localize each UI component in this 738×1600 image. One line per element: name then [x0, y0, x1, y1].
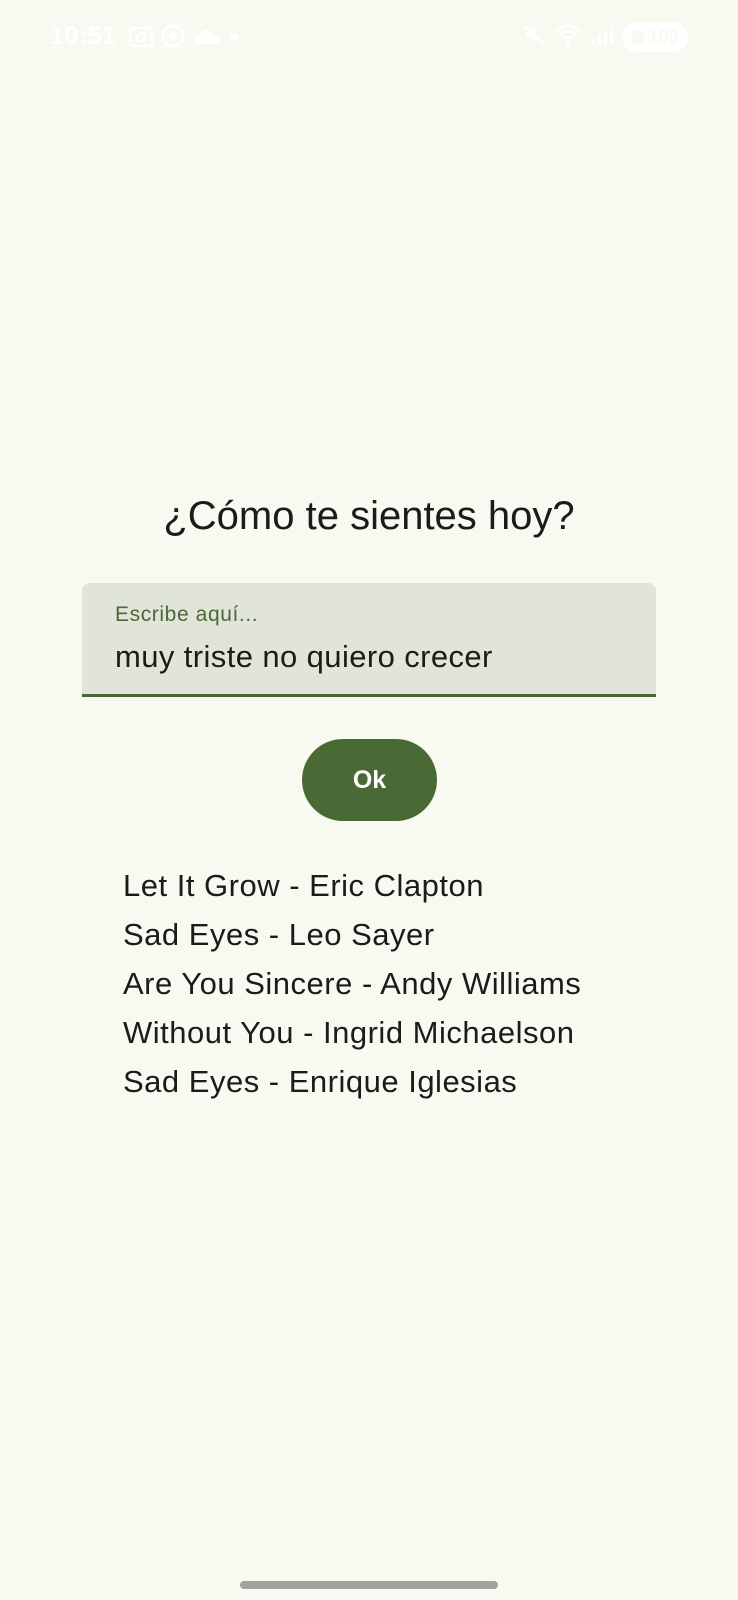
mute-icon [522, 23, 546, 52]
status-notification-icons [128, 24, 242, 55]
battery-charging-icon [631, 30, 646, 44]
song-item: Let It Grow - Eric Clapton [123, 868, 485, 903]
screenshot-icon [128, 25, 154, 54]
status-time: 10:51 [50, 22, 117, 50]
mood-input-label: Escribe aquí... [115, 603, 259, 626]
battery-indicator: 100 [622, 22, 688, 52]
cloud-icon [192, 26, 220, 53]
home-indicator[interactable] [240, 1581, 498, 1589]
wifi-icon [554, 23, 582, 52]
song-item: Are You Sincere - Andy Williams [123, 966, 582, 1001]
whatsapp-icon [160, 24, 186, 55]
status-bar: 10:51 100 [0, 0, 738, 74]
song-list: Let It Grow - Eric Clapton Sad Eyes - Le… [123, 861, 581, 1106]
song-item: Without You - Ingrid Michaelson [123, 1015, 575, 1050]
signal-icon [590, 23, 614, 52]
ok-button[interactable]: Ok [302, 739, 437, 821]
mood-input[interactable]: muy triste no quiero crecer [115, 639, 493, 675]
status-system-icons: 100 [522, 22, 688, 52]
mood-input-field[interactable]: Escribe aquí... muy triste no quiero cre… [82, 583, 656, 697]
battery-level: 100 [648, 26, 679, 47]
song-item: Sad Eyes - Enrique Iglesias [123, 1064, 518, 1099]
song-item: Sad Eyes - Leo Sayer [123, 917, 435, 952]
dot-icon [226, 29, 242, 50]
page-title: ¿Cómo te sientes hoy? [163, 494, 575, 538]
